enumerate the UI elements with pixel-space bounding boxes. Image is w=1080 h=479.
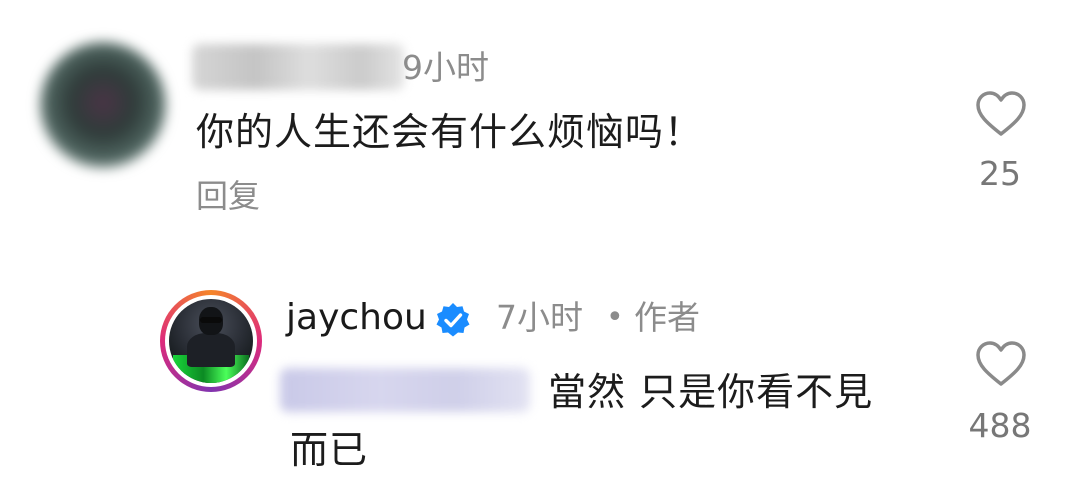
separator-dot: • — [606, 300, 624, 335]
comment-time: 7小时 — [496, 298, 583, 337]
avatar[interactable] — [160, 290, 262, 392]
author-badge: 作者 — [634, 298, 700, 337]
mention-blurred[interactable] — [280, 368, 530, 412]
heart-icon[interactable] — [975, 90, 1027, 138]
avatar[interactable] — [40, 42, 166, 168]
username[interactable]: jaychou — [286, 294, 427, 342]
comment-text: 你的人生还会有什么烦恼吗！ — [196, 110, 704, 154]
like-count: 25 — [979, 154, 1021, 193]
comment-item: jaychou 7小时 • 作者 當然 只是你看不見 而已 488 — [0, 280, 1080, 479]
verified-badge-icon — [436, 303, 470, 337]
username-blurred[interactable] — [192, 44, 404, 90]
avatar-graphic-mask — [200, 317, 222, 323]
comment-item: 9小时 你的人生还会有什么烦恼吗！ 回复 25 — [0, 0, 1080, 240]
avatar-image — [169, 299, 253, 383]
comment-text-line2: 而已 — [290, 428, 369, 472]
heart-icon[interactable] — [975, 340, 1027, 388]
comment-time: 9小时 — [402, 48, 489, 87]
like-count: 488 — [968, 406, 1032, 445]
avatar-graphic-body — [187, 333, 235, 367]
comment-text-line1: 當然 只是你看不見 — [548, 370, 874, 414]
reply-button[interactable]: 回复 — [196, 174, 260, 218]
